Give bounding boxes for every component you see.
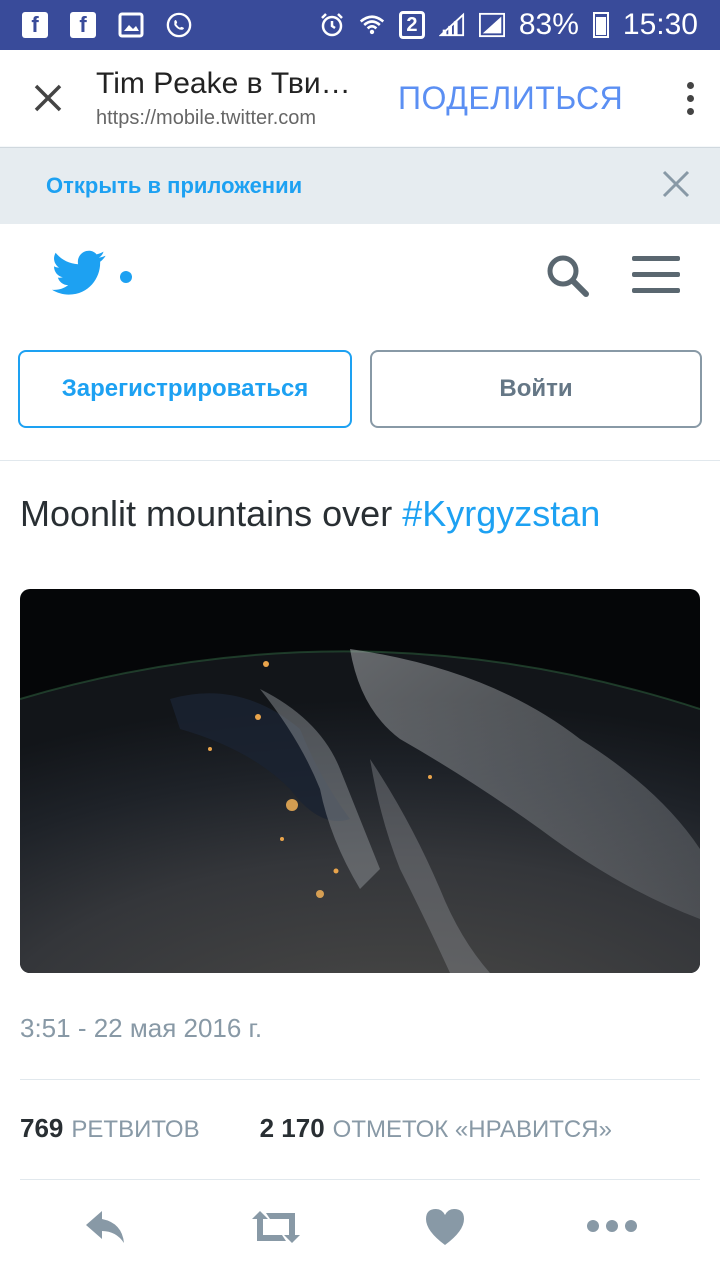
browser-toolbar: Tim Peake в Тви… https://mobile.twitter.…	[0, 50, 720, 146]
signal-icon	[478, 12, 505, 38]
phone-icon	[166, 12, 192, 38]
tweet-text: Moonlit mountains over #Kyrgyzstan	[20, 493, 600, 535]
reply-icon[interactable]	[82, 1207, 128, 1252]
wifi-icon	[359, 12, 385, 38]
open-in-app-link[interactable]: Открыть в приложении	[46, 173, 302, 199]
more-icon[interactable]	[586, 1219, 638, 1238]
tweet-stats: 769 РЕТВИТОВ 2 170 ОТМЕТОК «НРАВИТСЯ»	[20, 1113, 612, 1144]
hamburger-menu-icon[interactable]	[632, 256, 680, 293]
retweet-label: РЕТВИТОВ	[71, 1116, 200, 1143]
dismiss-banner-icon[interactable]	[662, 170, 690, 203]
auth-panel: Зарегистрироваться Войти	[0, 324, 720, 460]
signal-icon	[438, 12, 465, 38]
close-icon[interactable]	[0, 50, 96, 146]
facebook-icon: f	[70, 12, 96, 38]
search-icon[interactable]	[544, 252, 590, 303]
hashtag-link[interactable]: #Kyrgyzstan	[402, 493, 600, 534]
notification-dot	[120, 271, 132, 283]
retweet-icon[interactable]	[248, 1207, 304, 1252]
open-in-app-banner: Открыть в приложении	[0, 147, 720, 224]
image-icon	[118, 12, 144, 38]
divider	[20, 1179, 700, 1180]
signup-button[interactable]: Зарегистрироваться	[18, 350, 352, 428]
tweet-card: Moonlit mountains over #Kyrgyzstan 3:51 …	[0, 460, 720, 1280]
login-button[interactable]: Войти	[370, 350, 702, 428]
facebook-icon: f	[22, 12, 48, 38]
divider	[20, 1079, 700, 1080]
tweet-photo[interactable]	[20, 589, 700, 973]
battery-icon	[592, 12, 609, 38]
battery-percent: 83%	[518, 8, 579, 41]
twitter-bird-icon[interactable]	[51, 250, 106, 301]
like-label: ОТМЕТОК «НРАВИТСЯ»	[332, 1116, 612, 1143]
tweet-body: Moonlit mountains over	[20, 493, 403, 534]
retweet-count: 769	[20, 1113, 64, 1143]
like-icon[interactable]	[424, 1207, 466, 1252]
page-url: https://mobile.twitter.com	[96, 106, 317, 129]
tweet-timestamp[interactable]: 3:51 - 22 мая 2016 г.	[20, 1013, 262, 1044]
tweet-actions	[0, 1185, 720, 1269]
more-options-icon[interactable]	[660, 50, 720, 146]
sim-icon: 2	[398, 11, 425, 39]
browser-title-block: Tim Peake в Тви… https://mobile.twitter.…	[96, 67, 386, 130]
page-title: Tim Peake в Тви…	[96, 66, 351, 100]
twitter-header	[0, 224, 720, 324]
like-count: 2 170	[259, 1113, 325, 1143]
status-bar: f f 2 83% 15:30	[0, 0, 720, 50]
share-button[interactable]: ПОДЕЛИТЬСЯ	[398, 80, 623, 117]
clock: 15:30	[622, 8, 698, 41]
alarm-icon	[319, 12, 345, 38]
